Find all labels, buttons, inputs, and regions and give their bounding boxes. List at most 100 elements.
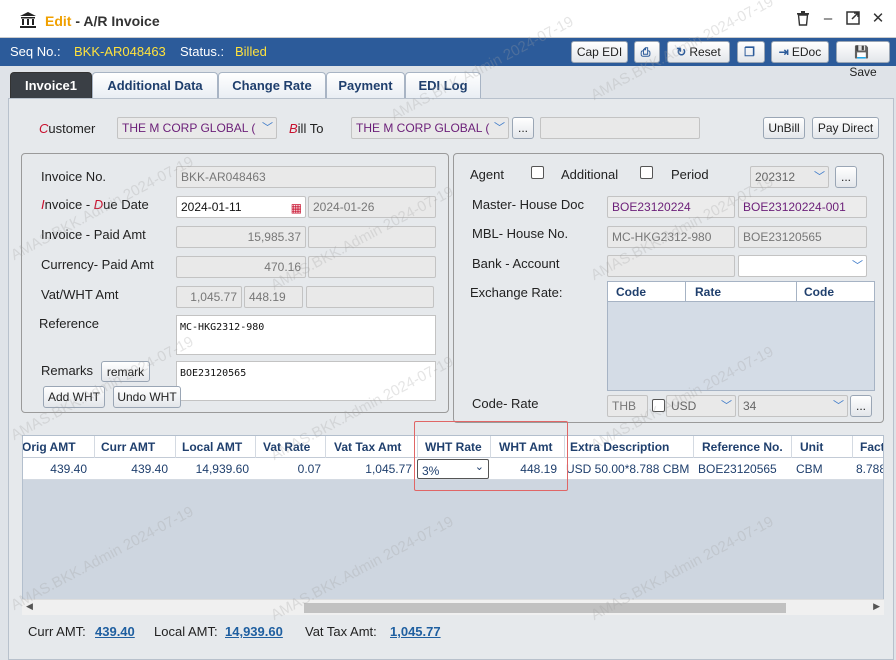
code-rate-checkbox[interactable] bbox=[652, 399, 665, 412]
scroll-left-icon[interactable]: ◀ bbox=[26, 601, 33, 612]
title-text: A/R Invoice bbox=[83, 13, 160, 29]
rate-select[interactable]: 34 ﹀ bbox=[738, 395, 848, 417]
vat-tax-total-label: Vat Tax Amt: bbox=[305, 624, 377, 639]
remark-button[interactable]: remark bbox=[101, 361, 150, 382]
col-orig-amt: Orig AMT bbox=[22, 440, 76, 454]
edoc-icon: ⇥ bbox=[778, 45, 789, 59]
detail-grid-row[interactable]: 439.40 439.40 14,939.60 0.07 1,045.77 3%… bbox=[23, 458, 884, 480]
currency-select[interactable]: USD ﹀ bbox=[666, 395, 736, 417]
calendar-icon[interactable]: ▦ bbox=[291, 198, 302, 217]
exchange-rate-grid[interactable]: Code Rate Code bbox=[607, 281, 875, 391]
bank-field bbox=[607, 255, 735, 277]
tab-payment[interactable]: Payment bbox=[326, 72, 405, 99]
rate-lookup-button[interactable]: ... bbox=[850, 395, 872, 417]
customer-label: Customer bbox=[39, 121, 96, 136]
exchange-grid-header: Code Rate Code bbox=[608, 282, 874, 302]
local-amt-total-link[interactable]: 14,939.60 bbox=[225, 624, 283, 639]
detail-grid[interactable]: Orig AMT Curr AMT Local AMT Vat Rate Vat… bbox=[22, 435, 884, 615]
col-wht-amt: WHT Amt bbox=[499, 440, 553, 454]
exchange-col-code-2: Code bbox=[804, 285, 834, 299]
exchange-col-code: Code bbox=[616, 285, 646, 299]
tab-strip: Invoice1 Additional Data Change Rate Pay… bbox=[8, 70, 894, 99]
tab-additional-data[interactable]: Additional Data bbox=[92, 72, 218, 99]
currency-paid-label: Currency- Paid Amt bbox=[41, 257, 154, 272]
undo-wht-button[interactable]: Undo WHT bbox=[113, 386, 181, 408]
reset-button[interactable]: ↻ Reset bbox=[667, 41, 730, 63]
code-rate-label: Code- Rate bbox=[472, 396, 539, 411]
account-select[interactable]: ﹀ bbox=[738, 255, 867, 277]
col-reference-no: Reference No. bbox=[702, 440, 783, 454]
remarks-field[interactable]: BOE23120565 bbox=[176, 361, 436, 401]
delete-icon[interactable] bbox=[795, 11, 811, 27]
agent-checkbox[interactable] bbox=[531, 166, 544, 179]
due-date-field[interactable]: 2024-01-26 bbox=[308, 196, 436, 218]
cell-wht-amt: 448.19 bbox=[520, 462, 557, 476]
reset-label: Reset bbox=[689, 45, 721, 59]
edoc-label: EDoc bbox=[791, 45, 822, 59]
unbill-button[interactable]: UnBill bbox=[763, 117, 805, 139]
add-wht-button[interactable]: Add WHT bbox=[43, 386, 105, 408]
reference-label: Reference bbox=[39, 316, 99, 331]
period-value: 202312 bbox=[755, 170, 796, 184]
minimize-icon[interactable]: – bbox=[820, 11, 836, 27]
chevron-down-icon: ﹀ bbox=[721, 400, 732, 412]
print-button[interactable]: ⎙ bbox=[634, 41, 660, 63]
edoc-button[interactable]: ⇥ EDoc bbox=[771, 41, 829, 63]
curr-amt-total-link[interactable]: 439.40 bbox=[95, 624, 135, 639]
close-icon[interactable]: ✕ bbox=[870, 11, 886, 27]
reference-field[interactable]: MC-HKG2312-980 bbox=[176, 315, 436, 355]
horizontal-scrollbar[interactable]: ◀ ▶ bbox=[22, 599, 884, 615]
col-extra-description: Extra Description bbox=[570, 440, 670, 454]
vat-tax-total-link[interactable]: 1,045.77 bbox=[390, 624, 441, 639]
customer-value: THE M CORP GLOBAL ( bbox=[122, 121, 256, 135]
mbl-no-field: MC-HKG2312-980 bbox=[607, 226, 735, 248]
currency-paid-field bbox=[308, 256, 436, 278]
maximize-icon[interactable] bbox=[845, 11, 861, 27]
master-house-label: Master- House Doc bbox=[472, 197, 584, 212]
tab-edi-log[interactable]: EDI Log bbox=[405, 72, 481, 99]
cap-edi-button[interactable]: Cap EDI bbox=[571, 41, 628, 63]
chevron-down-icon: ﹀ bbox=[852, 260, 863, 272]
vat-amt-field: 1,045.77 bbox=[176, 286, 242, 308]
wht-rate-select[interactable]: 3% ⌄ bbox=[417, 459, 489, 479]
billto-lookup-button[interactable]: ... bbox=[512, 117, 534, 139]
house-no-field: BOE23120565 bbox=[738, 226, 867, 248]
seq-label: Seq No.: bbox=[10, 44, 61, 59]
invoice-date-field[interactable]: 2024-01-11 ▦ bbox=[176, 196, 306, 218]
col-wht-rate: WHT Rate bbox=[425, 440, 482, 454]
billto-value: THE M CORP GLOBAL ( bbox=[356, 121, 490, 135]
status-value: Billed bbox=[235, 44, 267, 59]
cell-extra-description: USD 50.00*8.788 CBM bbox=[566, 462, 690, 476]
copy-button[interactable]: ❐ bbox=[737, 41, 765, 63]
window-titlebar: Edit - A/R Invoice – ✕ bbox=[0, 0, 896, 38]
billto-label: Bill To bbox=[289, 121, 324, 136]
vat-wht-extra-field bbox=[306, 286, 434, 308]
seq-value: BKK-AR048463 bbox=[74, 44, 166, 59]
invoice-no-field: BKK-AR048463 bbox=[176, 166, 436, 188]
pay-direct-button[interactable]: Pay Direct bbox=[812, 117, 879, 139]
bank-account-label: Bank - Account bbox=[472, 256, 560, 271]
currency-amt-field: 470.16 bbox=[176, 256, 306, 278]
save-button[interactable]: 💾Save bbox=[836, 41, 890, 79]
tab-invoice1[interactable]: Invoice1 bbox=[10, 72, 92, 99]
period-select[interactable]: 202312 ﹀ bbox=[750, 166, 829, 188]
period-lookup-button[interactable]: ... bbox=[835, 166, 857, 188]
remarks-label: Remarks bbox=[41, 363, 94, 378]
billto-extra-field[interactable] bbox=[540, 117, 700, 139]
scrollbar-thumb[interactable] bbox=[304, 603, 786, 613]
invoice-amt-field: 15,985.37 bbox=[176, 226, 306, 248]
billto-select[interactable]: THE M CORP GLOBAL ( ﹀ bbox=[351, 117, 509, 139]
chevron-down-icon: ﹀ bbox=[833, 400, 844, 412]
col-curr-amt: Curr AMT bbox=[101, 440, 156, 454]
cell-orig-amt: 439.40 bbox=[50, 462, 87, 476]
copy-icon: ❐ bbox=[744, 45, 755, 59]
additional-checkbox[interactable] bbox=[640, 166, 653, 179]
tab-change-rate[interactable]: Change Rate bbox=[218, 72, 326, 99]
cell-fact: 8.788 bbox=[856, 462, 884, 476]
customer-select[interactable]: THE M CORP GLOBAL (﹀ bbox=[117, 117, 277, 139]
totals-bar: Curr AMT: 439.40 Local AMT: 14,939.60 Va… bbox=[22, 617, 884, 647]
chevron-down-icon: ﹀ bbox=[494, 122, 505, 134]
window-title: Edit - A/R Invoice bbox=[45, 13, 160, 29]
chevron-down-icon: ⌄ bbox=[474, 461, 484, 473]
scroll-right-icon[interactable]: ▶ bbox=[873, 601, 880, 612]
